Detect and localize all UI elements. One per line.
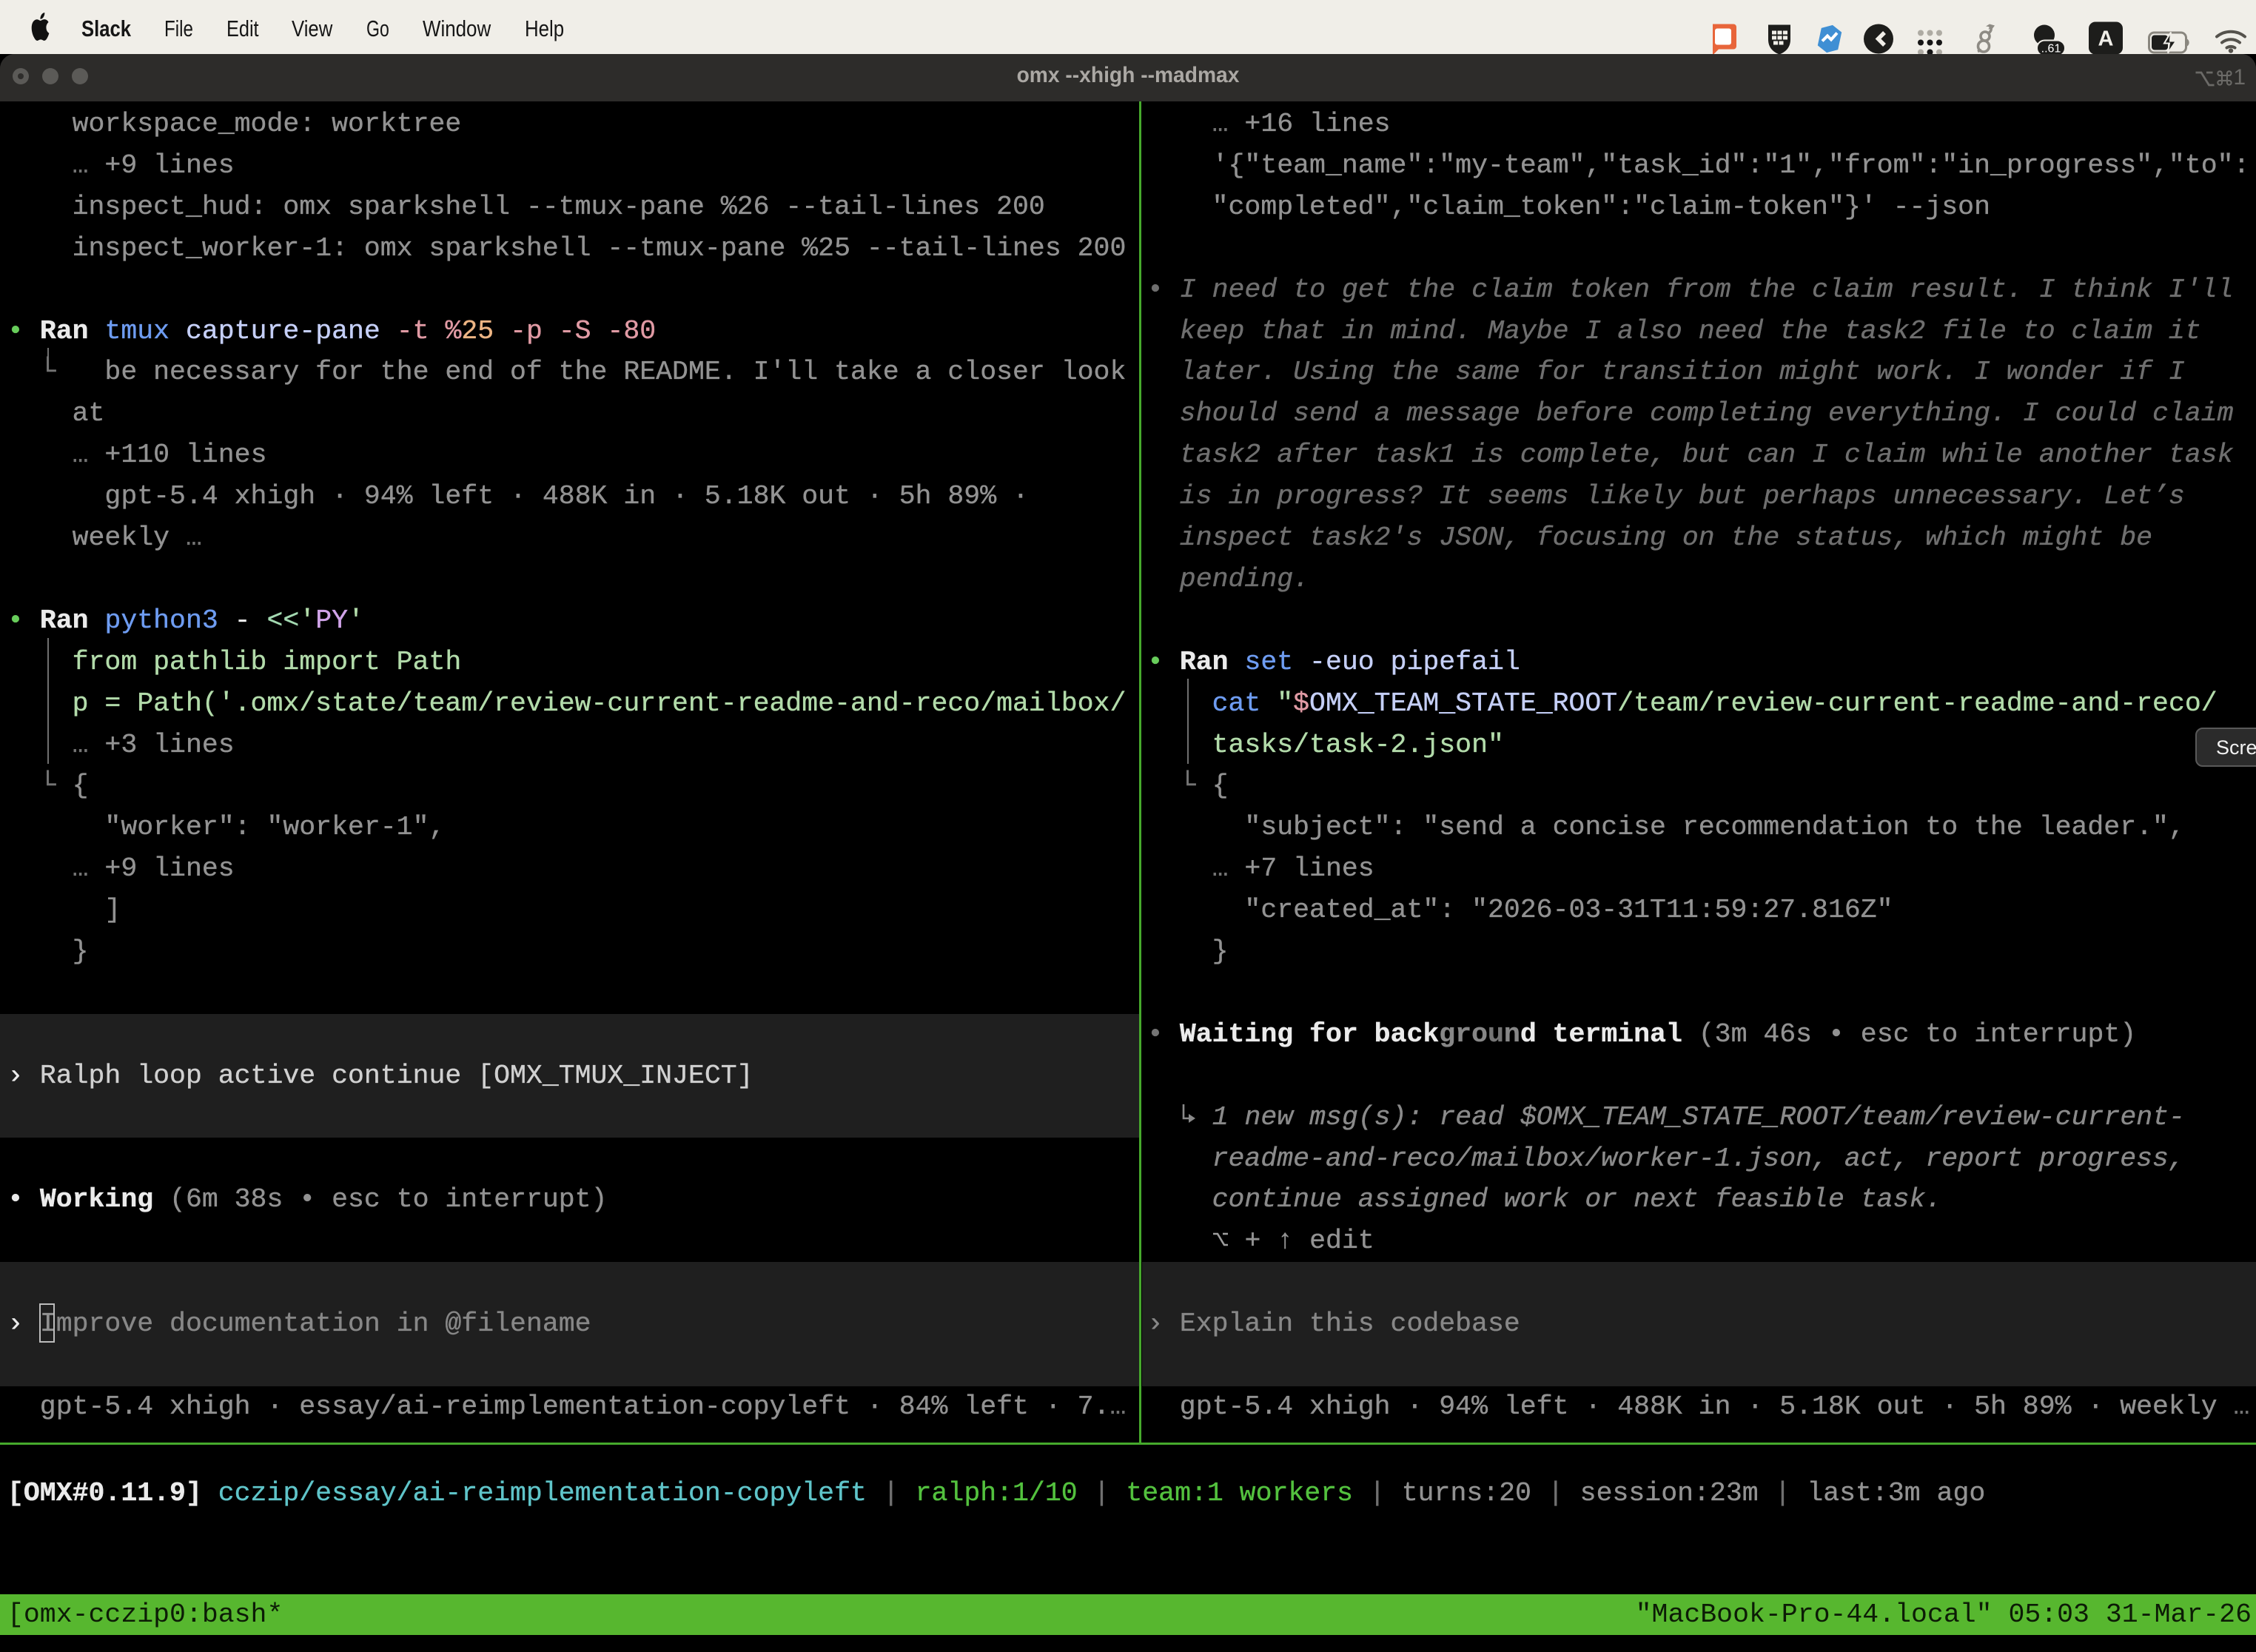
svg-text:A: A [2098, 27, 2114, 51]
svg-text:..61: ..61 [2041, 43, 2061, 56]
